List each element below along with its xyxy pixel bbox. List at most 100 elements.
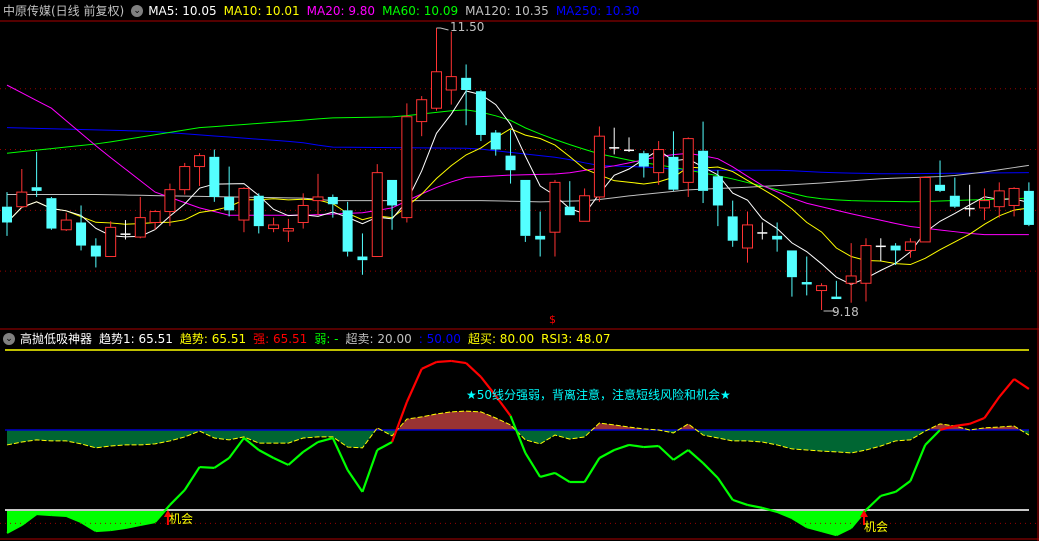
candle <box>253 193 264 234</box>
strong-line-segment <box>998 378 1015 398</box>
candle-body <box>253 195 264 227</box>
weak-line-segment <box>524 452 542 478</box>
candle <box>624 137 635 152</box>
candle-body <box>416 99 428 123</box>
candle <box>801 256 812 296</box>
candle-body <box>60 219 72 231</box>
signal-label-2: 机会 <box>864 520 889 534</box>
candle <box>742 211 753 263</box>
candle <box>490 130 501 156</box>
weak-line-segment <box>376 441 393 451</box>
candle <box>16 168 28 208</box>
strong-line-segment <box>436 359 452 364</box>
indicator-name: 高抛低吸神器 <box>20 332 93 346</box>
strong-line-segment <box>405 368 423 403</box>
candle-body <box>16 191 28 208</box>
candle-body <box>772 235 783 240</box>
ma10-label: MA10: 10.01 <box>223 4 300 18</box>
weak-line-segment <box>628 443 644 449</box>
indicator-header: ⌄ 高抛低吸神器 趋势1: 65.51 趋势: 65.51 强: 65.51 弱… <box>3 329 618 349</box>
candle-body <box>387 179 398 206</box>
candle-body <box>105 226 117 258</box>
cursor-marker: $ <box>549 313 556 326</box>
weak-line-segment <box>273 457 289 466</box>
ma5-label: MA5: 10.05 <box>148 4 217 18</box>
candle <box>831 280 842 300</box>
ma120-line <box>7 164 1029 203</box>
candle-body <box>624 149 635 152</box>
candle <box>224 166 235 217</box>
weak-line-segment <box>539 471 556 479</box>
candle <box>520 179 531 242</box>
candle-body <box>579 195 591 222</box>
strategy-note: ★50线分强弱，背离注意，注意短线风险和机会★ <box>466 388 731 402</box>
weak-line-segment <box>346 469 364 493</box>
candle <box>1023 182 1034 227</box>
candle-body <box>919 177 931 243</box>
mid-value: : 50.00 <box>418 332 461 346</box>
candle <box>2 192 12 236</box>
candle-body <box>297 204 309 223</box>
candle-body <box>194 155 206 168</box>
candle <box>401 103 413 223</box>
stock-chart[interactable] <box>0 0 1039 541</box>
candle-body <box>638 153 649 167</box>
candle <box>978 188 990 221</box>
candle-body <box>282 228 294 232</box>
weak-line-segment <box>924 429 941 446</box>
candle-body <box>593 135 605 198</box>
ma60-line <box>6 109 1029 203</box>
candle <box>564 181 575 216</box>
weak-line-segment <box>598 449 615 459</box>
candle <box>712 170 723 227</box>
candle-body <box>342 210 353 252</box>
candle-body <box>461 77 472 90</box>
chevron-down-icon[interactable]: ⌄ <box>131 5 144 17</box>
ma20-label: MA20: 9.80 <box>306 4 376 18</box>
main-chart-header: 中原传媒(日线 前复权) ⌄ MA5: 10.05 MA10: 10.01 MA… <box>3 1 647 21</box>
candle <box>593 126 605 202</box>
oversold-value: 超卖: 20.00 <box>345 332 412 346</box>
chevron-down-icon[interactable]: ⌄ <box>3 333 15 345</box>
strong-line-segment <box>1013 378 1030 390</box>
candle-body <box>164 189 176 213</box>
strong-value: 强: 65.51 <box>253 332 308 346</box>
candle <box>134 196 146 239</box>
candle <box>31 151 42 197</box>
candle-body <box>949 195 960 207</box>
candle <box>949 177 960 208</box>
candle-body <box>698 150 709 191</box>
candle-body <box>535 235 546 240</box>
candle <box>342 201 353 257</box>
candle <box>919 176 931 243</box>
trend1-value: 趋势1: 65.51 <box>99 332 173 346</box>
candle-body <box>727 216 738 241</box>
candle-body <box>935 184 946 191</box>
weak-line-segment <box>716 477 734 501</box>
candle-body <box>816 285 828 292</box>
weak-line-segment <box>213 457 230 469</box>
candle-body <box>31 187 42 191</box>
weak-line-segment <box>894 480 912 493</box>
candle-body <box>1008 187 1020 206</box>
candle-body <box>224 196 235 211</box>
candle-body <box>904 241 916 251</box>
weak-line-segment <box>583 457 601 483</box>
strong-line-segment <box>451 359 467 365</box>
weak-line-segment <box>317 436 334 444</box>
low-price-label: 9.18 <box>832 305 859 319</box>
candle-body <box>209 156 220 197</box>
candle <box>786 250 797 297</box>
weak-line-segment <box>865 495 882 511</box>
candle-body <box>520 179 531 236</box>
candle-body <box>475 91 486 135</box>
candle <box>357 233 368 275</box>
candle <box>727 200 738 247</box>
candle-body <box>890 245 901 251</box>
weak-value: 弱: - <box>314 332 339 346</box>
strong-line-segment <box>465 362 482 378</box>
candle-body <box>120 233 131 235</box>
weak-line-segment <box>909 444 927 482</box>
candle-body <box>875 245 886 248</box>
candle <box>875 238 886 262</box>
